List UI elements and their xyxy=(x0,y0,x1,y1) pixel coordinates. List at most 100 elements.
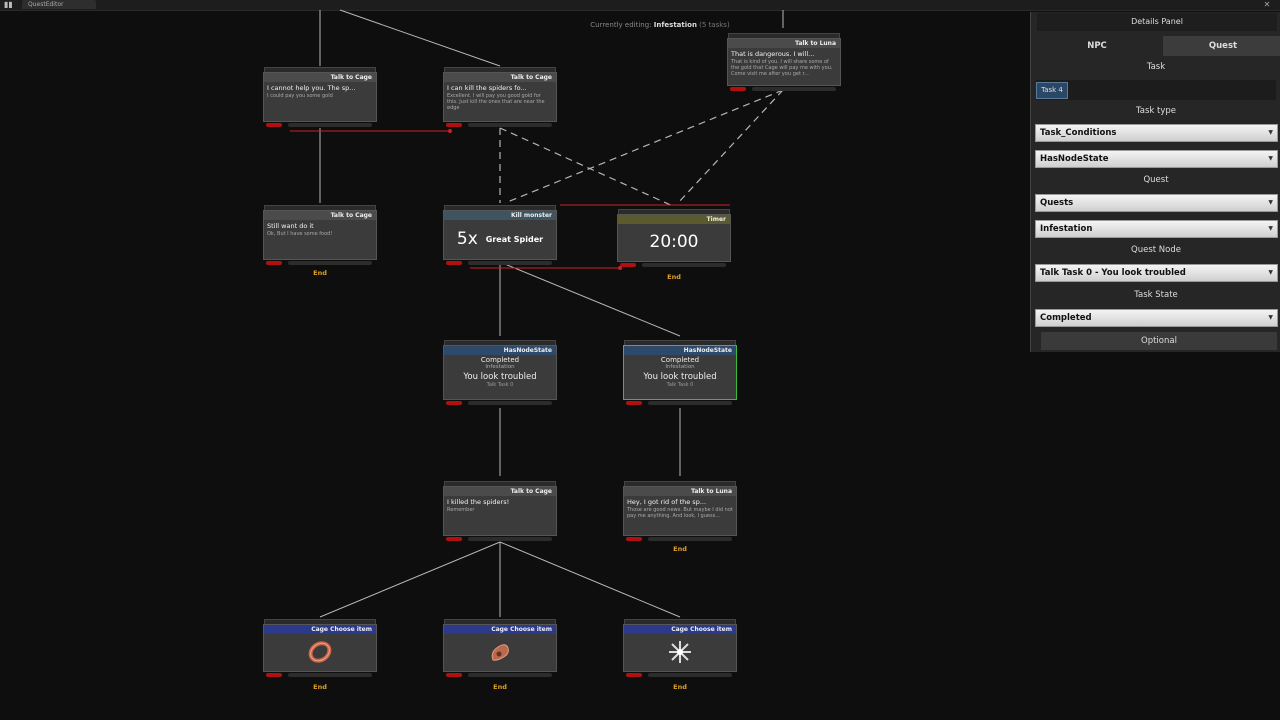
talk-node[interactable]: Talk to Cage I can kill the spiders fo..… xyxy=(443,67,557,127)
has-node-state-node-selected[interactable]: HasNodeState Completed Infestation You l… xyxy=(623,340,737,405)
input-pin[interactable] xyxy=(618,209,730,214)
input-pin[interactable] xyxy=(624,340,736,345)
end-label: End xyxy=(493,683,507,691)
has-node-state-node[interactable]: HasNodeState Completed Infestation You l… xyxy=(443,340,557,405)
talk-node[interactable]: Talk to Cage Still want do it Ok, But I … xyxy=(263,205,377,265)
input-pin[interactable] xyxy=(264,619,376,624)
input-pin[interactable] xyxy=(728,33,840,38)
node-title: HasNodeState xyxy=(444,346,556,355)
kill-count: 5x xyxy=(456,229,478,249)
node-title: Talk to Cage xyxy=(444,487,556,496)
choose-item-node[interactable]: Cage Choose item xyxy=(623,619,737,677)
input-pin[interactable] xyxy=(264,67,376,72)
chevron-down-icon: ▼ xyxy=(1268,269,1273,276)
output-pin[interactable] xyxy=(730,87,746,91)
choose-item-node[interactable]: Cage Choose item xyxy=(263,619,377,677)
node-line: Hey, I got rid of the sp... xyxy=(627,498,707,506)
node-task: Talk Task 0 xyxy=(666,382,694,388)
output-bar xyxy=(468,673,552,677)
optional-toggle[interactable]: Optional xyxy=(1041,332,1277,350)
output-bar xyxy=(752,87,836,91)
task-state-dropdown[interactable]: Completed ▼ xyxy=(1035,309,1278,327)
panel-tabs: NPC Quest xyxy=(1037,36,1280,56)
condition-type-dropdown[interactable]: HasNodeState ▼ xyxy=(1035,150,1278,168)
node-task: Talk Task 0 xyxy=(486,382,514,388)
output-bar xyxy=(642,263,726,267)
bracelet-icon xyxy=(491,644,509,661)
quest-node-heading: Quest Node xyxy=(1131,245,1181,255)
talk-node[interactable]: Talk to Cage I killed the spiders! Remem… xyxy=(443,481,557,541)
end-label: End xyxy=(673,545,687,553)
task-badge[interactable]: Task 4 xyxy=(1036,82,1068,99)
node-title: Cage Choose item xyxy=(624,625,736,634)
input-pin[interactable] xyxy=(624,619,736,624)
edge xyxy=(499,541,681,618)
output-bar xyxy=(648,401,732,405)
node-target: You look troubled xyxy=(463,372,537,382)
output-pin[interactable] xyxy=(446,401,462,405)
output-bar xyxy=(648,537,732,541)
node-title: Talk to Cage xyxy=(444,73,556,82)
output-pin[interactable] xyxy=(446,123,462,127)
node-line: I killed the spiders! xyxy=(447,498,510,506)
dropdown-value: Talk Task 0 - You look troubled xyxy=(1040,268,1186,278)
node-target: You look troubled xyxy=(643,372,717,382)
node-title: Talk to Cage xyxy=(264,211,376,220)
output-bar xyxy=(648,673,732,677)
node-line: That is dangerous. I will... xyxy=(731,50,815,58)
output-pin[interactable] xyxy=(446,261,462,265)
chevron-down-icon: ▼ xyxy=(1268,314,1273,321)
input-pin[interactable] xyxy=(444,67,556,72)
exec-edge-dot xyxy=(448,129,452,133)
input-pin[interactable] xyxy=(444,619,556,624)
timer-node[interactable]: Timer 20:00 xyxy=(617,209,731,267)
quest-collection-dropdown[interactable]: Quests ▼ xyxy=(1035,194,1278,212)
tab-quest[interactable]: Quest xyxy=(1163,36,1280,56)
node-state: Completed xyxy=(660,356,700,364)
input-pin[interactable] xyxy=(624,481,736,486)
output-pin[interactable] xyxy=(266,261,282,265)
output-pin[interactable] xyxy=(266,673,282,677)
talk-node[interactable]: Talk to Luna Hey, I got rid of the sp...… xyxy=(623,481,737,541)
output-pin[interactable] xyxy=(626,673,642,677)
end-label: End xyxy=(673,683,687,691)
edge-dashed xyxy=(499,127,676,208)
output-pin[interactable] xyxy=(266,123,282,127)
node-state: Completed xyxy=(480,356,520,364)
node-subline: Ok, But I have some food! xyxy=(267,231,333,237)
input-pin[interactable] xyxy=(444,481,556,486)
node-line: I cannot help you. The sp... xyxy=(267,84,356,92)
output-bar xyxy=(468,537,552,541)
output-bar xyxy=(468,401,552,405)
quest-dropdown[interactable]: Infestation ▼ xyxy=(1035,220,1278,238)
task-type-dropdown[interactable]: Task_Conditions ▼ xyxy=(1035,124,1278,142)
end-label: End xyxy=(313,683,327,691)
close-icon[interactable]: ✕ xyxy=(1260,0,1274,10)
output-pin[interactable] xyxy=(626,401,642,405)
dropdown-value: Infestation xyxy=(1040,224,1093,234)
talk-node[interactable]: Talk to Luna That is dangerous. I will..… xyxy=(727,33,841,91)
choose-item-node[interactable]: Cage Choose item xyxy=(443,619,557,677)
node-title: Cage Choose item xyxy=(264,625,376,634)
input-pin[interactable] xyxy=(444,340,556,345)
node-title: Talk to Cage xyxy=(264,73,376,82)
node-title: HasNodeState xyxy=(624,346,736,355)
chevron-down-icon: ▼ xyxy=(1268,225,1273,232)
quest-node-dropdown[interactable]: Talk Task 0 - You look troubled ▼ xyxy=(1035,264,1278,282)
input-pin[interactable] xyxy=(444,205,556,210)
output-pin[interactable] xyxy=(620,263,636,267)
tab-npc[interactable]: NPC xyxy=(1037,36,1157,56)
output-pin[interactable] xyxy=(446,673,462,677)
node-title: Talk to Luna xyxy=(624,487,736,496)
talk-node[interactable]: Talk to Cage I cannot help you. The sp..… xyxy=(263,67,377,127)
dropdown-value: Task_Conditions xyxy=(1040,128,1117,138)
end-label: End xyxy=(667,273,681,281)
output-pin[interactable] xyxy=(626,537,642,541)
kill-monster-node[interactable]: Kill monster 5x Great Spider xyxy=(443,205,557,265)
dropdown-value: HasNodeState xyxy=(1040,154,1109,164)
dropdown-value: Completed xyxy=(1040,313,1092,323)
output-bar xyxy=(288,261,372,265)
input-pin[interactable] xyxy=(264,205,376,210)
output-pin[interactable] xyxy=(446,537,462,541)
timer-value: 20:00 xyxy=(649,232,699,252)
